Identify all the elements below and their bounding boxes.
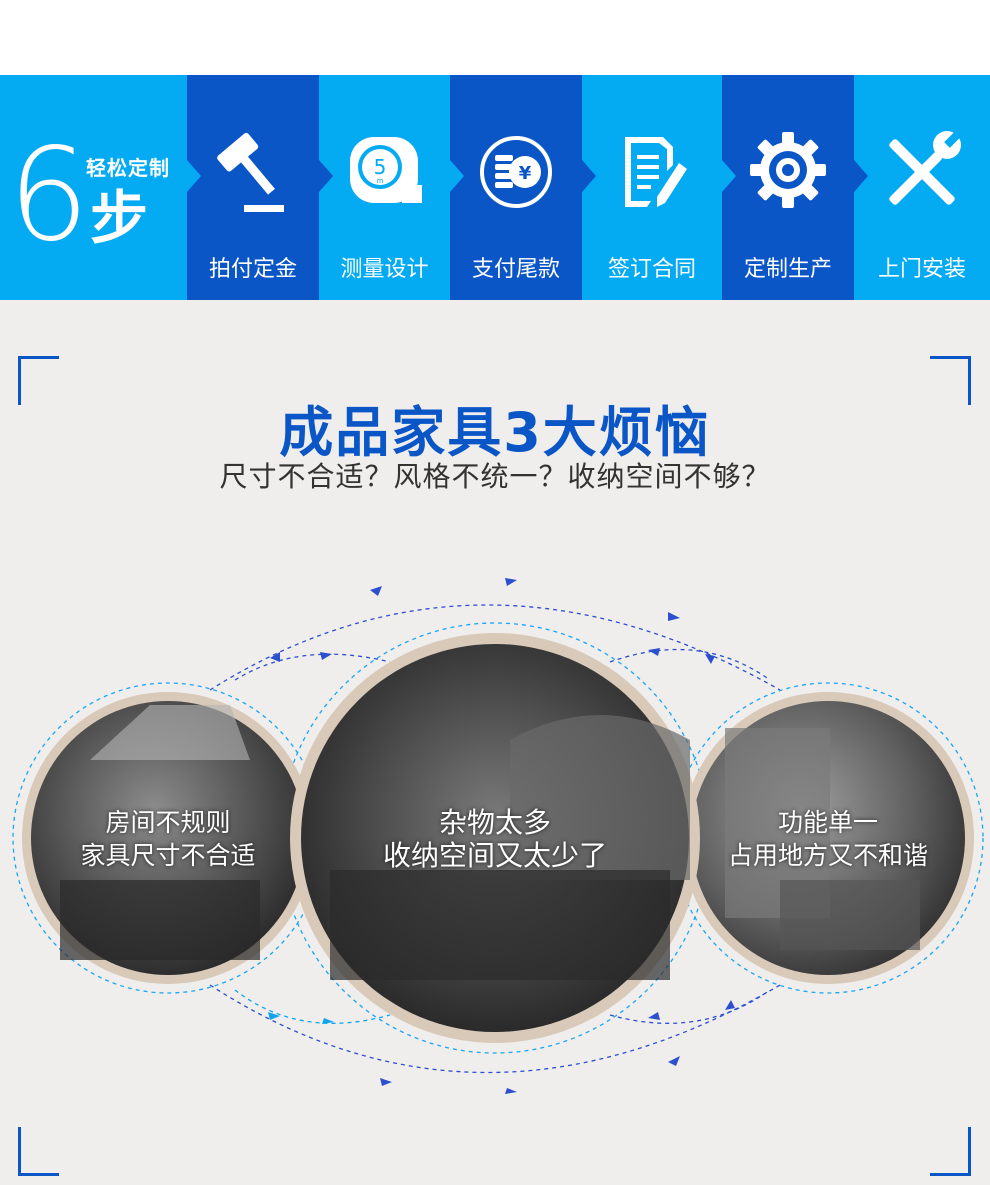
chevron-right-icon bbox=[450, 160, 464, 192]
arrow-head-icon bbox=[648, 1012, 660, 1020]
chevron-right-icon bbox=[582, 160, 596, 192]
chevron-right-icon bbox=[722, 160, 736, 192]
section-subtitle: 尺寸不合适？风格不统一？收纳空间不够？ bbox=[219, 460, 771, 493]
arrow-head-icon bbox=[505, 1088, 517, 1094]
top-right-arc bbox=[609, 648, 771, 681]
arrow-head-icon bbox=[505, 578, 517, 586]
circle-line: 杂物太多 bbox=[438, 806, 551, 839]
tape-number: 5 bbox=[373, 155, 386, 179]
circle-text-single-function: 功能单一 占用地方又不和谐 bbox=[700, 806, 956, 872]
step-label: 支付尾款 bbox=[471, 257, 560, 282]
chevron-right-icon bbox=[319, 160, 333, 192]
chevron-right-icon bbox=[854, 160, 868, 192]
contract-pen-icon bbox=[625, 137, 687, 207]
arrow-head-icon bbox=[668, 1056, 680, 1066]
step-label: 签订合同 bbox=[607, 257, 696, 282]
gavel-icon bbox=[217, 132, 284, 212]
chevron-right-icon bbox=[187, 160, 201, 192]
top-left-arc bbox=[234, 653, 391, 681]
step-final-payment: ¥ 支付尾款 bbox=[450, 75, 582, 300]
step-count-number: 6 bbox=[8, 121, 90, 270]
arrow-head-icon bbox=[370, 586, 382, 596]
yen-symbol: ¥ bbox=[519, 163, 532, 184]
tape-measure-icon: 5 m bbox=[349, 137, 422, 203]
step-label: 上门安装 bbox=[877, 257, 966, 282]
frame-corner-bottom-right bbox=[930, 1127, 971, 1176]
circle-line: 家具尺寸不合适 bbox=[80, 841, 256, 870]
step-measure: 5 m 测量设计 bbox=[319, 75, 450, 300]
yen-coin-icon: ¥ bbox=[480, 136, 552, 208]
arrow-head-icon bbox=[668, 612, 680, 621]
frame-corner-bottom-left bbox=[18, 1127, 59, 1176]
step-installation: 上门安装 bbox=[854, 75, 990, 300]
step-production: 定制生产 bbox=[722, 75, 854, 300]
circle-text-clutter: 杂物太多 收纳空间又太少了 bbox=[340, 806, 650, 872]
step-count-tagline: 轻松定制 bbox=[86, 156, 170, 180]
arrow-head-icon bbox=[320, 652, 332, 660]
gear-icon bbox=[750, 132, 826, 208]
tape-unit: m bbox=[376, 177, 383, 185]
circle-line: 功能单一 bbox=[777, 808, 878, 837]
step-sign-contract: 签订合同 bbox=[582, 75, 722, 300]
arrow-head-icon bbox=[705, 654, 715, 664]
step-label: 定制生产 bbox=[743, 257, 832, 282]
step-deposit: 拍付定金 bbox=[187, 75, 319, 300]
circle-text-irregular-room: 房间不规则 家具尺寸不合适 bbox=[40, 806, 296, 872]
arrow-head-icon bbox=[725, 1000, 735, 1010]
circle-line: 房间不规则 bbox=[105, 808, 231, 837]
step-label: 拍付定金 bbox=[208, 257, 297, 282]
circle-line: 收纳空间又太少了 bbox=[382, 839, 607, 872]
arrow-head-icon bbox=[380, 1078, 392, 1086]
tools-icon bbox=[889, 131, 961, 205]
circle-line: 占用地方又不和谐 bbox=[727, 841, 928, 870]
arrow-head-icon bbox=[268, 1012, 280, 1020]
bottom-right-arc bbox=[609, 989, 771, 1024]
step-count-word: 步 bbox=[90, 184, 149, 252]
step-label: 测量设计 bbox=[340, 257, 429, 282]
